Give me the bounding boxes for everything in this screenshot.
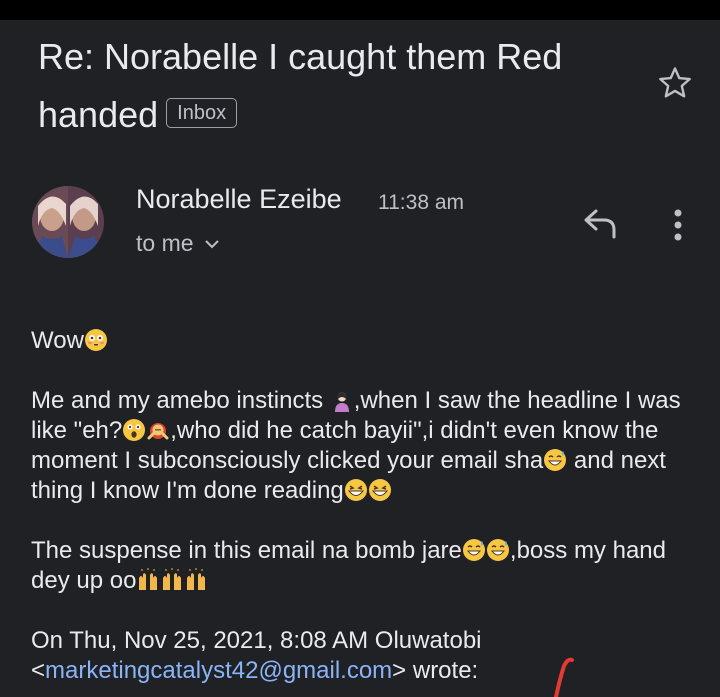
recipient-toggle[interactable]: to me <box>136 230 220 257</box>
quote-prefix: On Thu, Nov 25, 2021, 8:08 AM Oluwatobi <box>31 627 482 654</box>
astonished-face-emoji <box>123 419 146 441</box>
star-icon[interactable] <box>656 64 694 102</box>
grinning-sweat-emoji <box>462 539 485 561</box>
quoted-header: On Thu, Nov 25, 2021, 8:08 AM Oluwatobi <… <box>31 627 482 684</box>
status-bar <box>0 0 720 20</box>
body-paragraph-3: The suspense in this email na bomb jare,… <box>31 536 701 596</box>
subject-line-1: Re: Norabelle I caught them Red <box>38 36 563 77</box>
quote-suffix: wrote: <box>406 657 479 684</box>
chevron-down-icon <box>204 239 219 248</box>
red-annotation-stroke <box>554 657 574 697</box>
grinning-sweat-emoji <box>486 539 509 561</box>
avatar-photo <box>32 186 104 258</box>
woman-gesturing-no-emoji <box>147 423 169 440</box>
raising-hands-emoji <box>187 568 206 590</box>
grinning-squinting-emoji <box>344 479 367 501</box>
subject-line-2: handed <box>38 94 159 135</box>
woman-shrugging-emoji <box>334 392 349 412</box>
body-paragraph-1: Wow <box>31 326 108 356</box>
email-subject: Re: Norabelle I caught them Red handed In… <box>38 28 638 144</box>
reply-icon[interactable] <box>582 207 618 239</box>
sender-name: Norabelle Ezeibe <box>136 184 342 214</box>
sender-avatar[interactable] <box>32 186 104 258</box>
flushed-face-emoji <box>84 329 107 351</box>
more-vert-icon[interactable] <box>668 205 688 245</box>
body-paragraph-2: Me and my amebo instincts ,when I saw th… <box>31 386 701 506</box>
sender-email-link[interactable]: marketingcatalyst42@gmail.com <box>45 657 392 684</box>
recipient-label: to me <box>136 230 194 256</box>
sent-time: 11:38 am <box>378 191 464 214</box>
body-text-wow: Wow <box>31 327 84 354</box>
raising-hands-emoji <box>139 568 158 590</box>
raising-hands-emoji <box>163 568 182 590</box>
body-text-3a: The suspense in this email na bomb jare <box>31 537 462 564</box>
grinning-squinting-emoji <box>368 479 391 501</box>
grinning-sweat-emoji <box>544 449 567 471</box>
body-text-2a: Me and my amebo instincts <box>31 387 330 414</box>
inbox-label-badge[interactable]: Inbox <box>166 98 238 129</box>
